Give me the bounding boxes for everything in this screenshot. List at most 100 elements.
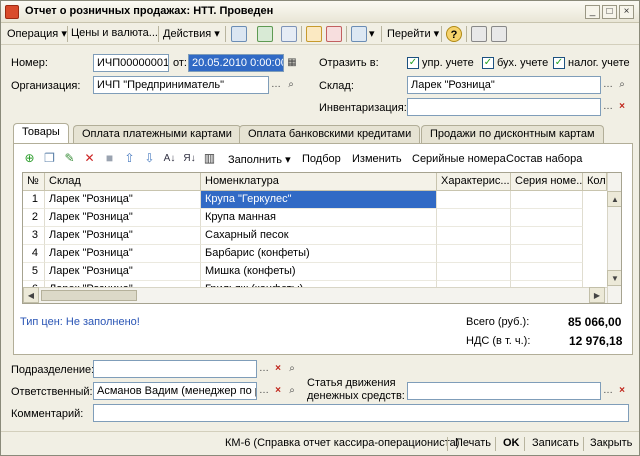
table-cell-number[interactable]: 1 bbox=[23, 191, 45, 209]
actions-menu[interactable]: Действия ▾ bbox=[163, 27, 220, 40]
column-header-quantity[interactable]: Кол bbox=[583, 173, 607, 191]
responsible-select-button[interactable]: … bbox=[257, 383, 271, 399]
table-cell-nomenclature[interactable]: Мишка (конфеты) bbox=[201, 263, 437, 281]
fill-button[interactable]: Заполнить ▾ bbox=[228, 153, 291, 166]
table-cell-nomenclature[interactable]: Крупа манная bbox=[201, 209, 437, 227]
print-icon[interactable] bbox=[351, 26, 367, 42]
buh-checkbox[interactable]: ✓ bbox=[482, 57, 494, 69]
table-cell-nomenclature[interactable]: Сахарный песок bbox=[201, 227, 437, 245]
table-cell-number[interactable]: 4 bbox=[23, 245, 45, 263]
warehouse-select-button[interactable]: … bbox=[601, 77, 615, 93]
km6-button[interactable]: КМ-6 (Справка отчет кассира-операционист… bbox=[225, 437, 459, 449]
responsible-clear-icon[interactable]: × bbox=[271, 383, 285, 399]
column-header-series[interactable]: Серия номе... bbox=[511, 173, 583, 191]
table-cell-warehouse[interactable]: Ларек "Розница" bbox=[45, 191, 201, 209]
serial-numbers-button[interactable]: Серийные номера bbox=[412, 153, 506, 165]
cashflow-field[interactable] bbox=[407, 382, 601, 400]
cashflow-clear-icon[interactable]: × bbox=[615, 383, 629, 399]
table-cell-characteristic[interactable] bbox=[437, 227, 511, 245]
move-down-icon[interactable]: ⇩ bbox=[142, 151, 157, 166]
move-up-icon[interactable]: ⇧ bbox=[122, 151, 137, 166]
sort-desc-icon[interactable]: Я↓ bbox=[182, 151, 197, 166]
table-cell-warehouse[interactable]: Ларек "Розница" bbox=[45, 227, 201, 245]
table-cell-series[interactable] bbox=[511, 227, 583, 245]
upr-checkbox[interactable]: ✓ bbox=[407, 57, 419, 69]
table-cell-nomenclature[interactable]: Барбарис (конфеты) bbox=[201, 245, 437, 263]
table-cell-number[interactable]: 2 bbox=[23, 209, 45, 227]
table-cell-series[interactable] bbox=[511, 209, 583, 227]
end-edit-icon[interactable]: ■ bbox=[102, 151, 117, 166]
horizontal-scroll-thumb[interactable] bbox=[41, 290, 137, 301]
calendar-icon[interactable]: ▦ bbox=[285, 55, 299, 71]
tab-bank-credits[interactable]: Оплата банковскими кредитами bbox=[239, 125, 421, 143]
table-cell-nomenclature-selected[interactable]: Крупа "Геркулес" bbox=[201, 191, 437, 209]
table-cell-warehouse[interactable]: Ларек "Розница" bbox=[45, 263, 201, 281]
table-icon[interactable] bbox=[471, 26, 487, 42]
operation-menu[interactable]: Операция ▾ bbox=[7, 27, 67, 40]
save-button[interactable]: Записать bbox=[532, 437, 579, 449]
edit-row-icon[interactable]: ✎ bbox=[62, 151, 77, 166]
table-cell-characteristic[interactable] bbox=[437, 191, 511, 209]
change-button[interactable]: Изменить bbox=[352, 153, 402, 165]
column-header-number[interactable]: № bbox=[23, 173, 45, 191]
print-dropdown-chevron[interactable]: ▾ bbox=[369, 27, 375, 40]
barcode-icon[interactable]: ▥ bbox=[202, 151, 217, 166]
goods-table[interactable]: № Склад Номенклатура Характерис... Серия… bbox=[22, 172, 622, 304]
department-clear-icon[interactable]: × bbox=[271, 361, 285, 377]
inventory-select-button[interactable]: … bbox=[601, 99, 615, 115]
horizontal-scrollbar[interactable]: ◀ ▶ bbox=[23, 287, 607, 303]
table-cell-characteristic[interactable] bbox=[437, 263, 511, 281]
column-header-nomenclature[interactable]: Номенклатура bbox=[201, 173, 437, 191]
tab-discount-sales[interactable]: Продажи по дисконтным картам bbox=[421, 125, 604, 143]
add-row-icon[interactable]: ⊕ bbox=[22, 151, 37, 166]
inventory-field[interactable] bbox=[407, 98, 601, 116]
column-header-characteristic[interactable]: Характерис... bbox=[437, 173, 511, 191]
cashflow-select-button[interactable]: … bbox=[601, 383, 615, 399]
table-cell-warehouse[interactable]: Ларек "Розница" bbox=[45, 209, 201, 227]
help-icon[interactable]: ? bbox=[446, 26, 462, 42]
department-search-icon[interactable]: ⌕ bbox=[285, 361, 299, 377]
close-window-button[interactable]: × bbox=[619, 5, 634, 19]
minimize-button[interactable]: _ bbox=[585, 5, 600, 19]
department-field[interactable] bbox=[93, 360, 257, 378]
column-header-warehouse[interactable]: Склад bbox=[45, 173, 201, 191]
tab-card-payments[interactable]: Оплата платежными картами bbox=[73, 125, 241, 143]
close-button[interactable]: Закрыть bbox=[590, 437, 632, 449]
organization-select-button[interactable]: … bbox=[269, 77, 283, 93]
table-cell-warehouse[interactable]: Ларек "Розница" bbox=[45, 245, 201, 263]
organization-search-icon[interactable]: ⌕ bbox=[284, 77, 298, 93]
table-cell-characteristic[interactable] bbox=[437, 245, 511, 263]
copy-row-icon[interactable]: ❐ bbox=[42, 151, 57, 166]
based-on-icon[interactable] bbox=[306, 26, 322, 42]
tab-goods[interactable]: Товары bbox=[13, 123, 69, 144]
select-button[interactable]: Подбор bbox=[302, 153, 341, 165]
responsible-search-icon[interactable]: ⌕ bbox=[285, 383, 299, 399]
table-cell-number[interactable]: 3 bbox=[23, 227, 45, 245]
structure-icon[interactable] bbox=[281, 26, 297, 42]
number-field[interactable]: ИЧП00000001 bbox=[93, 54, 169, 72]
comment-field[interactable] bbox=[93, 404, 629, 422]
warehouse-search-icon[interactable]: ⌕ bbox=[615, 77, 629, 93]
scroll-down-icon[interactable]: ▼ bbox=[607, 270, 621, 286]
table-cell-series[interactable] bbox=[511, 191, 583, 209]
sort-asc-icon[interactable]: A↓ bbox=[162, 151, 177, 166]
scroll-up-icon[interactable]: ▲ bbox=[607, 191, 621, 207]
date-field[interactable]: 20.05.2010 0:00:00 bbox=[188, 54, 284, 72]
prices-button[interactable]: Цены и валюта... bbox=[71, 27, 158, 39]
post-and-close-icon[interactable] bbox=[231, 26, 247, 42]
post-icon[interactable] bbox=[257, 26, 273, 42]
department-select-button[interactable]: … bbox=[257, 361, 271, 377]
goto-menu[interactable]: Перейти ▾ bbox=[387, 27, 439, 40]
ok-button[interactable]: OK bbox=[503, 437, 520, 449]
scroll-right-icon[interactable]: ▶ bbox=[589, 287, 605, 303]
warehouse-field[interactable]: Ларек "Розница" bbox=[407, 76, 601, 94]
nal-checkbox[interactable]: ✓ bbox=[553, 57, 565, 69]
scroll-left-icon[interactable]: ◀ bbox=[23, 287, 39, 303]
table-cell-series[interactable] bbox=[511, 245, 583, 263]
list-settings-icon[interactable] bbox=[491, 26, 507, 42]
table-cell-characteristic[interactable] bbox=[437, 209, 511, 227]
delete-row-icon[interactable]: ✕ bbox=[82, 151, 97, 166]
movements-icon[interactable] bbox=[326, 26, 342, 42]
print-button[interactable]: Печать bbox=[455, 437, 491, 449]
table-cell-number[interactable]: 5 bbox=[23, 263, 45, 281]
